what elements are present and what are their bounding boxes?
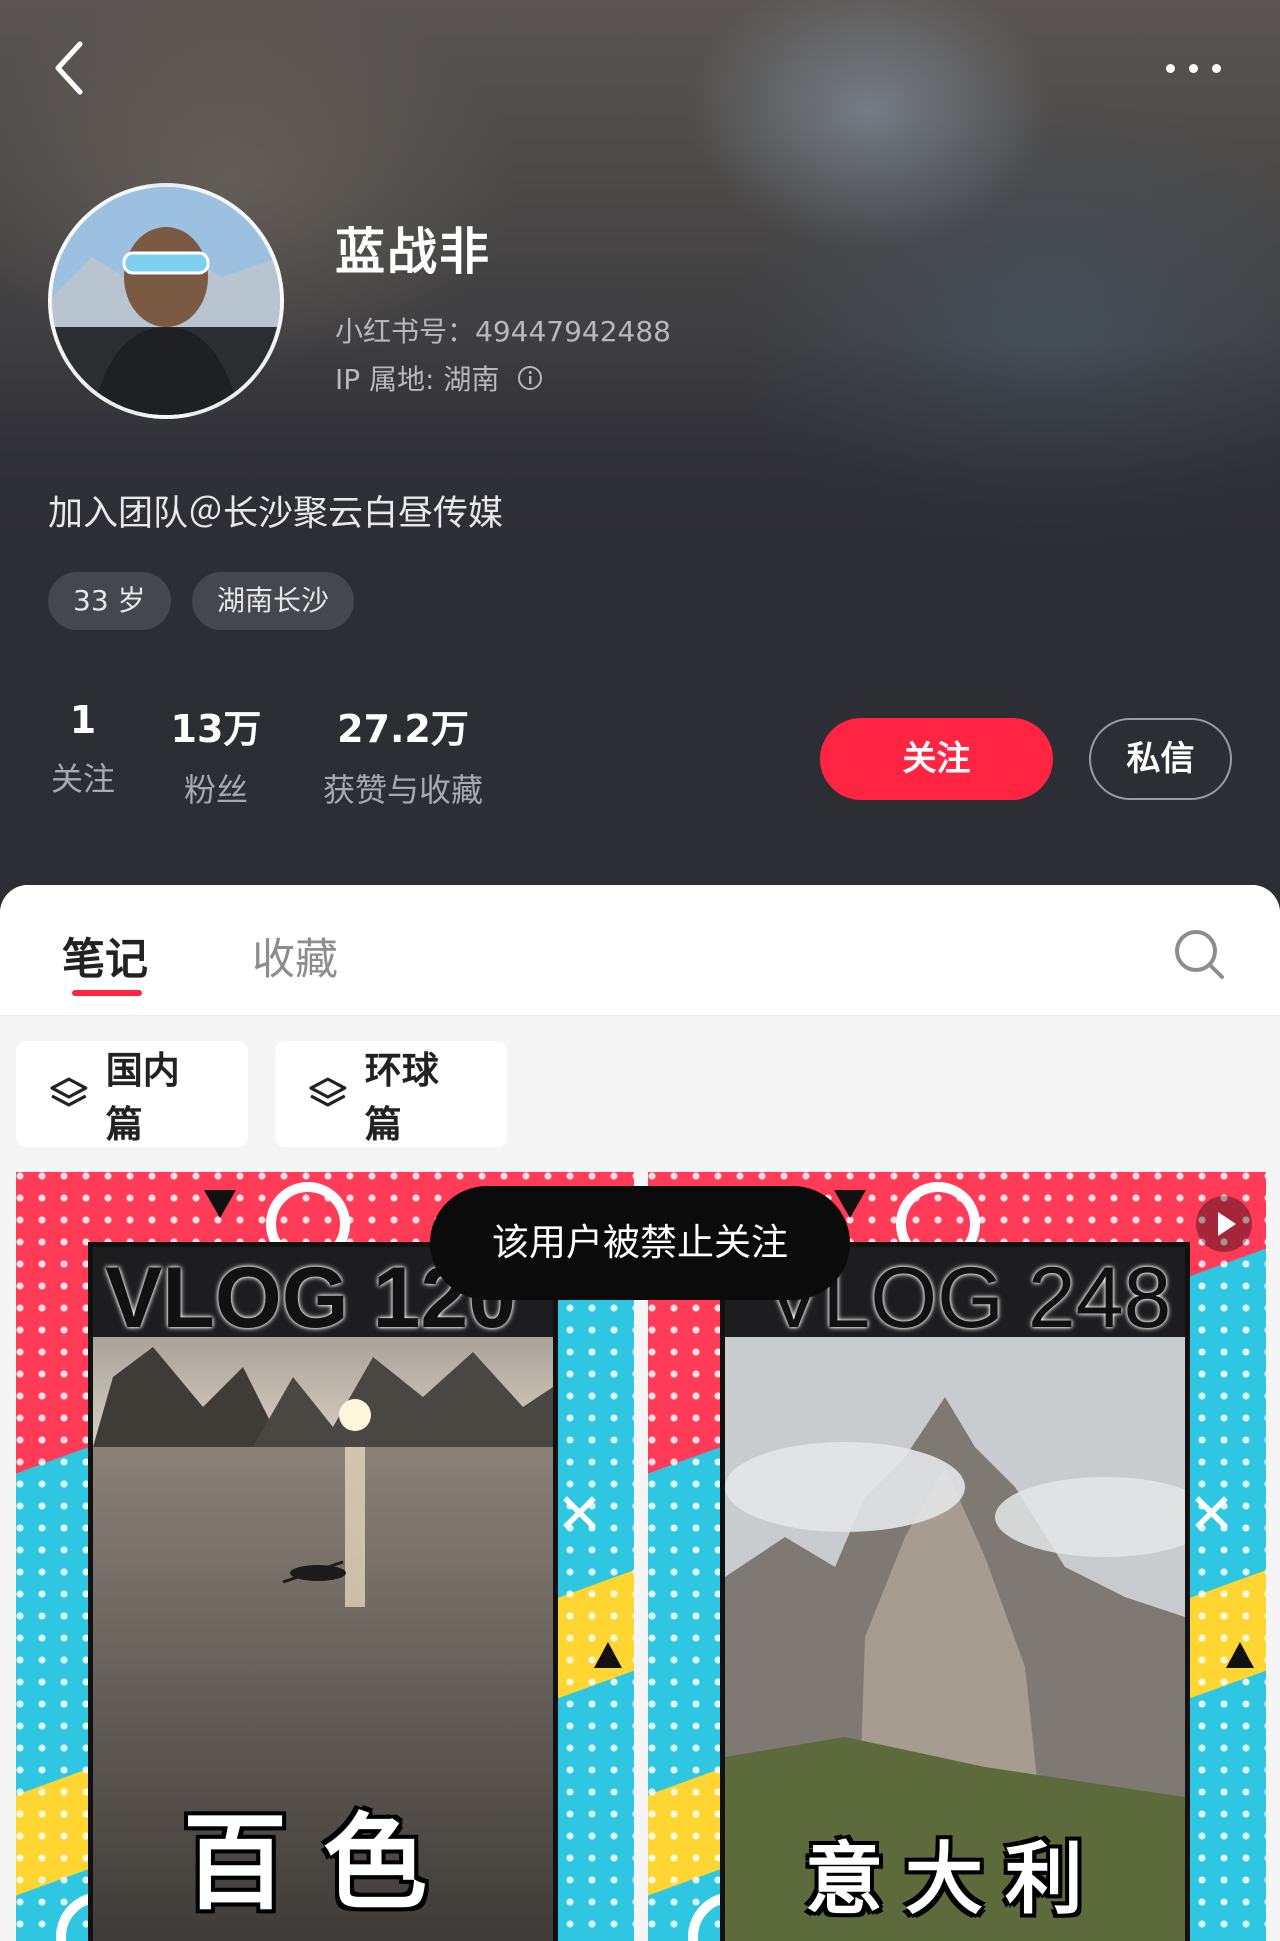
stat-following[interactable]: 1 关注: [48, 698, 118, 800]
tab-collections[interactable]: 收藏: [252, 925, 338, 987]
avatar-image: [52, 187, 280, 415]
profile-header: 蓝战非 小红书号：49447942488 IP 属地: 湖南 加入团队＠长沙聚云…: [0, 0, 1280, 920]
layers-icon: [50, 1077, 88, 1107]
more-button[interactable]: [1160, 52, 1230, 82]
collection-label: 国内篇: [105, 1049, 180, 1146]
collection-label: 环球篇: [364, 1049, 439, 1146]
red-id[interactable]: 小红书号：49447942488: [335, 310, 671, 350]
cross-decoration: ✕: [556, 1482, 603, 1547]
layers-icon: [309, 1077, 347, 1107]
cover-frame: VLOG 248 意大利: [720, 1242, 1190, 1941]
back-icon: [55, 41, 83, 95]
stat-label: 关注: [50, 760, 115, 798]
profile-name: 蓝战非: [335, 223, 491, 281]
cover-caption: 意大利: [804, 1835, 1105, 1925]
toast-message: 该用户被禁止关注: [430, 1186, 850, 1300]
tab-notes[interactable]: 笔记: [62, 925, 148, 987]
cover-caption: 百色: [182, 1802, 463, 1924]
stat-value: 13万: [170, 707, 262, 751]
back-button[interactable]: [44, 32, 96, 104]
follow-button[interactable]: 关注: [820, 718, 1053, 800]
ip-location-text: IP 属地: 湖南: [335, 363, 500, 396]
tab-bar: 笔记 收藏: [0, 885, 1280, 1016]
ip-location: IP 属地: 湖南: [335, 358, 543, 398]
collection-global[interactable]: 环球篇: [275, 1041, 507, 1147]
cover-frame: VLOG 120 百色: [88, 1242, 558, 1941]
collection-domestic[interactable]: 国内篇: [16, 1041, 248, 1147]
active-tab-indicator: [72, 990, 142, 996]
profile-bio: 加入团队＠长沙聚云白昼传媒: [48, 494, 504, 534]
search-button[interactable]: [1172, 927, 1228, 983]
content-sheet: 笔记 收藏 国内篇 环球篇 ✕ VLOG 120 百色 ✕ VLOG 248 意…: [0, 885, 1280, 1941]
play-icon: [1218, 1212, 1236, 1236]
stat-label: 获赞与收藏: [322, 771, 483, 809]
message-button[interactable]: 私信: [1089, 718, 1232, 800]
info-icon[interactable]: [517, 365, 543, 391]
avatar[interactable]: [48, 183, 284, 419]
stat-label: 粉丝: [183, 771, 248, 809]
cross-decoration: ✕: [1188, 1482, 1235, 1547]
stat-followers[interactable]: 13万 粉丝: [170, 698, 262, 811]
search-icon: [1175, 930, 1224, 979]
stat-likes-and-saves[interactable]: 27.2万 获赞与收藏: [312, 698, 494, 811]
age-tag: 33 岁: [48, 572, 171, 630]
video-badge: [1196, 1196, 1252, 1252]
stat-value: 27.2万: [337, 707, 469, 751]
location-tag: 湖南长沙: [192, 572, 355, 630]
stat-value: 1: [69, 698, 97, 742]
more-icon: [1166, 64, 1175, 73]
